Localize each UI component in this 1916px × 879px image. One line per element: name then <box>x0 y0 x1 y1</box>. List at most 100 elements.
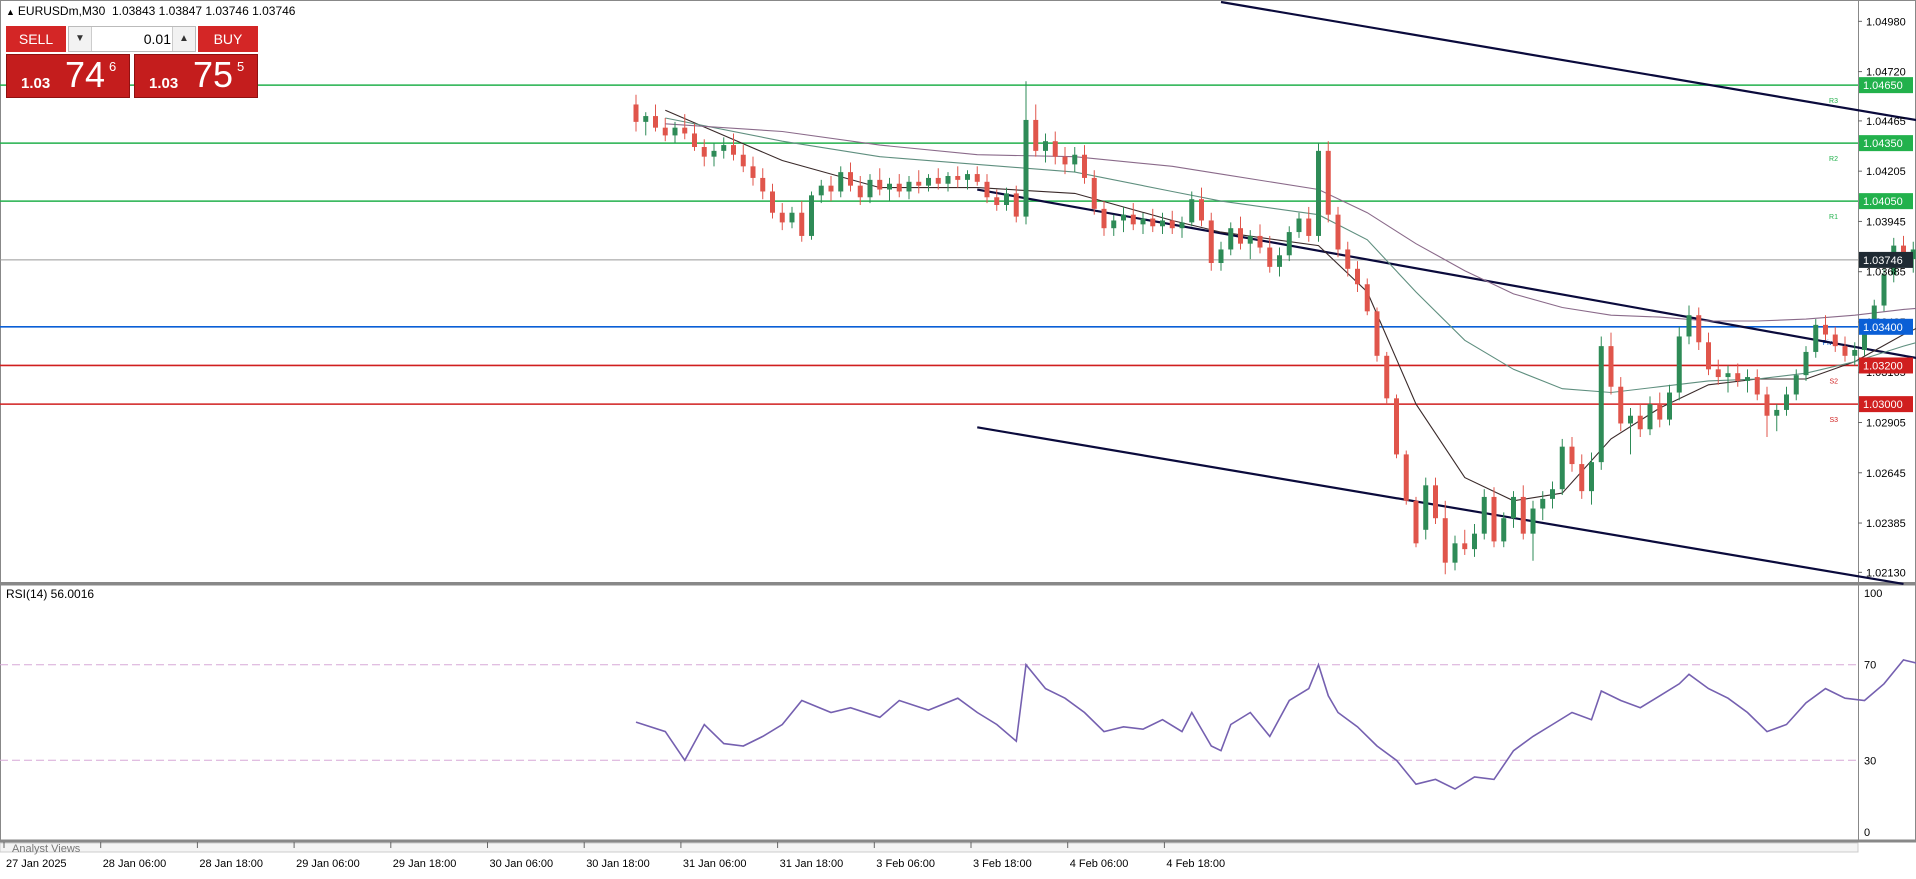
candle <box>1053 132 1058 165</box>
candle <box>1579 454 1584 498</box>
candle-body <box>790 213 795 223</box>
candle-body <box>1579 464 1584 491</box>
candle <box>1170 211 1175 234</box>
candle-body <box>1384 356 1389 399</box>
candle <box>741 145 746 172</box>
lot-stepper[interactable]: ▼ ▲ <box>68 26 196 52</box>
candle-body <box>907 182 912 192</box>
candle <box>1492 487 1497 547</box>
chevron-down-icon[interactable]: ▼ <box>69 27 92 51</box>
y-tick-label: 1.02645 <box>1866 468 1906 480</box>
channel-lines[interactable] <box>977 2 1916 584</box>
sell-price-sup: 6 <box>109 59 116 74</box>
candle <box>1414 497 1419 547</box>
x-tick-label: 28 Jan 18:00 <box>199 858 263 870</box>
chevron-up-icon[interactable]: ▲ <box>172 27 195 51</box>
candle-body <box>1540 499 1545 509</box>
candle-body <box>712 151 717 157</box>
candle-body <box>1511 497 1516 518</box>
y-tick-label: 1.02385 <box>1866 518 1906 530</box>
y-tick-label: 1.04980 <box>1866 16 1906 28</box>
channel-line[interactable] <box>977 427 1903 584</box>
candle-body <box>1716 369 1721 377</box>
candle <box>1433 478 1438 524</box>
candle <box>1765 387 1770 437</box>
candle <box>1531 501 1536 561</box>
buy-button[interactable]: BUY <box>198 26 258 52</box>
candle-body <box>838 172 843 191</box>
candle <box>1638 404 1643 437</box>
rsi-tick-label: 100 <box>1864 588 1882 600</box>
candle <box>643 112 648 135</box>
candle <box>721 137 726 158</box>
candle <box>1560 439 1565 495</box>
candle-body <box>673 128 678 136</box>
candle <box>731 133 736 160</box>
candle <box>1677 327 1682 400</box>
candle <box>1404 451 1409 505</box>
candle <box>1550 481 1555 508</box>
sell-price-box[interactable]: 1.03 74 6 <box>6 54 130 98</box>
candle-body <box>1219 249 1224 263</box>
candle-body <box>1238 228 1243 243</box>
x-tick-label: 31 Jan 06:00 <box>683 858 747 870</box>
candle-body <box>1599 346 1604 462</box>
candle-body <box>1394 398 1399 454</box>
candle <box>1131 203 1136 230</box>
sell-price-big: 74 <box>65 55 105 95</box>
y-tick-label: 1.04720 <box>1866 67 1906 79</box>
candle-body <box>868 180 873 197</box>
analyst-views-label: Analyst Views <box>12 843 81 855</box>
candle-body <box>1492 497 1497 541</box>
candle-body <box>965 174 970 180</box>
sell-button[interactable]: SELL <box>6 26 66 52</box>
candle <box>1258 224 1263 253</box>
candle-body <box>1160 220 1165 226</box>
candle-body <box>1423 485 1428 529</box>
panel-frames <box>0 0 1916 852</box>
candle-body <box>809 195 814 236</box>
candle <box>1375 307 1380 361</box>
candle-body <box>1365 284 1370 311</box>
candle <box>838 166 843 197</box>
candle-body <box>1735 373 1740 381</box>
candle-body <box>1609 346 1614 387</box>
candle-body <box>1677 336 1682 392</box>
candle-body <box>702 147 707 157</box>
chart-svg[interactable]: R3R2R1PivotS2S3 1.049801.047201.044651.0… <box>0 0 1916 874</box>
candle <box>1316 143 1321 242</box>
candle-body <box>916 182 921 186</box>
candle-body <box>1228 228 1233 249</box>
rsi-panel <box>0 660 1916 789</box>
candle <box>926 174 931 191</box>
candle <box>1696 307 1701 350</box>
analyst-views-bar <box>0 843 1858 852</box>
price-level-label: R3 <box>1829 98 1838 105</box>
candle <box>965 170 970 189</box>
candle-body <box>1706 342 1711 369</box>
candle <box>1472 524 1477 557</box>
candle <box>1453 536 1458 571</box>
candle <box>692 124 697 151</box>
buy-price-sup: 5 <box>237 59 244 74</box>
x-tick-label: 29 Jan 18:00 <box>393 858 457 870</box>
candle <box>1365 278 1370 315</box>
candle-body <box>1521 497 1526 534</box>
candle <box>1589 452 1594 504</box>
price-levels: R3R2R1PivotS2S3 <box>0 85 1858 424</box>
buy-price-box[interactable]: 1.03 75 5 <box>134 54 258 98</box>
channel-line[interactable] <box>1221 2 1916 325</box>
buy-price-prefix: 1.03 <box>149 75 178 92</box>
lot-size-input[interactable] <box>93 29 173 49</box>
candle <box>1072 147 1077 172</box>
candle-body <box>1638 416 1643 430</box>
candle-body <box>721 145 726 151</box>
candle-body <box>1628 416 1633 424</box>
channel-line[interactable] <box>977 190 1916 575</box>
chart-stage[interactable]: R3R2R1PivotS2S3 1.049801.047201.044651.0… <box>0 0 1916 874</box>
y-tick-label: 1.02905 <box>1866 418 1906 430</box>
candle <box>799 201 804 242</box>
candle-body <box>741 155 746 167</box>
candle-body <box>1531 509 1536 534</box>
candle <box>887 178 892 201</box>
